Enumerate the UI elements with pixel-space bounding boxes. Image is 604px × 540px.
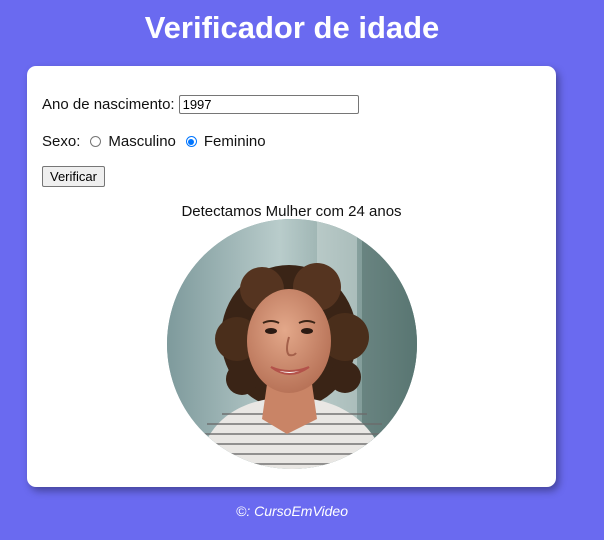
radio-feminino-label[interactable]: Feminino: [204, 133, 266, 150]
sex-label: Sexo:: [42, 133, 81, 150]
year-label: Ano de nascimento:: [42, 96, 175, 113]
page-title: Verificador de idade: [144, 10, 440, 45]
radio-masculino[interactable]: [90, 136, 102, 147]
radio-feminino[interactable]: [185, 136, 197, 147]
woman-portrait-photo: [167, 219, 417, 469]
radio-masculino-label[interactable]: Masculino: [108, 133, 176, 150]
sex-row: Sexo: Masculino Feminino: [42, 133, 266, 150]
form-card: Ano de nascimento: Sexo: Masculino Femin…: [27, 66, 556, 487]
footer-credit: ©: CursoEmVideo: [236, 503, 348, 519]
year-input[interactable]: [178, 95, 359, 114]
result-text: Detectamos Mulher com 24 anos: [181, 203, 402, 220]
woman-portrait-icon: [167, 219, 417, 469]
verify-button[interactable]: Verificar: [42, 166, 105, 187]
year-row: Ano de nascimento:: [42, 95, 359, 114]
